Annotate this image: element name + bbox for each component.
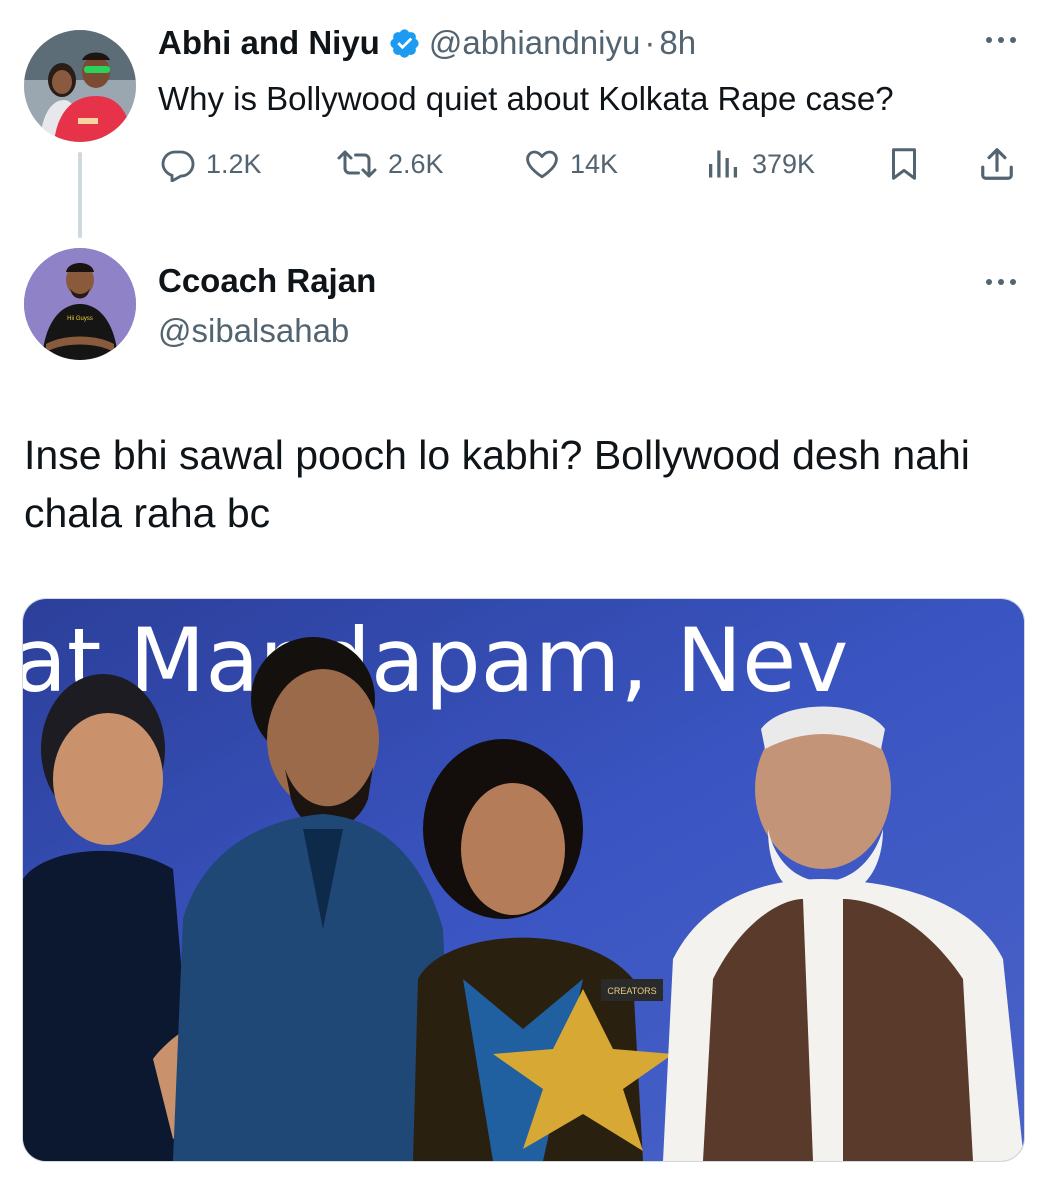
trophy-label: CREATORS <box>607 986 656 996</box>
more-options-button[interactable] <box>984 30 1018 55</box>
more-options-button[interactable] <box>984 272 1018 297</box>
more-horizontal-icon <box>986 279 1016 285</box>
like-button[interactable]: 14K <box>524 144 618 184</box>
avatar-photo <box>24 30 136 142</box>
thread-connector-line <box>78 152 82 238</box>
bookmark-button[interactable] <box>886 144 922 184</box>
separator: · <box>644 24 656 61</box>
avatar-ccoach-rajan[interactable]: Hii Guyss <box>24 248 136 360</box>
heart-icon <box>526 150 558 179</box>
avatar-photo: Hii Guyss <box>24 248 136 360</box>
view-count: 379K <box>752 148 816 179</box>
verified-badge-icon <box>388 27 421 60</box>
bookmark-icon <box>892 148 916 180</box>
views-button[interactable]: 379K <box>706 144 815 184</box>
handle[interactable]: @sibalsahab <box>158 312 349 350</box>
tweet-header: Abhi and Niyu @abhiandniyu · 8h <box>158 24 696 62</box>
more-horizontal-icon <box>986 37 1016 43</box>
svg-text:Hii Guyss: Hii Guyss <box>67 316 93 322</box>
share-button[interactable] <box>978 144 1016 184</box>
tweet-media-image[interactable]: at Mandapam, Nev CREATORS <box>22 598 1025 1162</box>
event-photo: at Mandapam, Nev CREATORS <box>23 599 1024 1161</box>
reply-count: 1.2K <box>206 148 262 179</box>
like-count: 14K <box>570 148 619 179</box>
tweet-text: Inse bhi sawal pooch lo kabhi? Bollywood… <box>24 432 970 536</box>
avatar-abhi-and-niyu[interactable] <box>24 30 136 142</box>
display-name[interactable]: Ccoach Rajan <box>158 262 376 300</box>
retweet-button[interactable]: 2.6K <box>336 144 444 184</box>
views-chart-icon <box>709 150 738 178</box>
reply-icon <box>161 150 195 182</box>
handle[interactable]: @abhiandniyu <box>429 24 641 62</box>
reply-button[interactable]: 1.2K <box>160 144 262 184</box>
share-icon <box>981 148 1013 180</box>
retweet-icon <box>337 150 377 178</box>
retweet-count: 2.6K <box>388 148 444 179</box>
tweet-text: Why is Bollywood quiet about Kolkata Rap… <box>158 80 894 117</box>
display-name[interactable]: Abhi and Niyu <box>158 24 380 62</box>
timestamp[interactable]: 8h <box>659 24 696 62</box>
